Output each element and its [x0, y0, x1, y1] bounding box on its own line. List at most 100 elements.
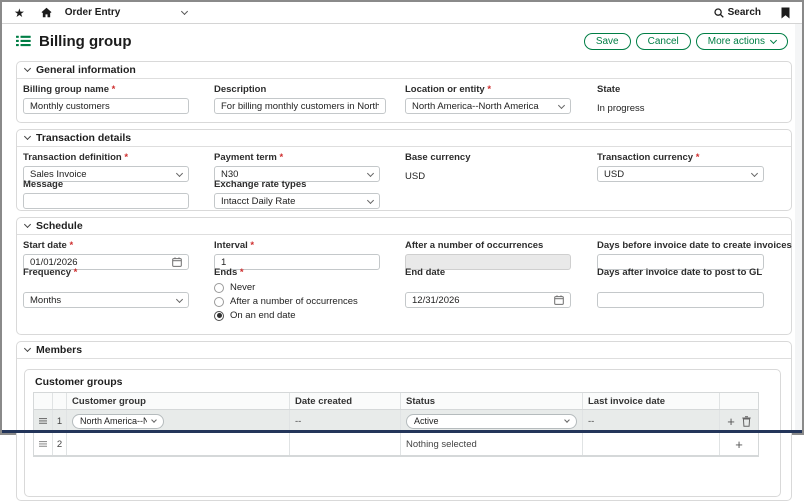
status-column-header: Status: [401, 393, 583, 409]
ends-option-end-date-label: On an end date: [230, 310, 296, 321]
field-start-date: Start date 01/01/2026: [23, 240, 189, 270]
description-value: For billing monthly customers in North A…: [221, 101, 379, 112]
field-transaction-definition: Transaction definition Sales Invoice: [23, 152, 189, 182]
message-input[interactable]: [23, 193, 189, 209]
transaction-currency-select[interactable]: USD: [597, 166, 764, 182]
end-date-label: End date: [405, 267, 571, 278]
calendar-icon[interactable]: [554, 295, 564, 305]
section-transaction-details: Transaction details Transaction definiti…: [16, 129, 792, 211]
field-location-or-entity: Location or entity North America--North …: [405, 84, 571, 114]
status-select[interactable]: Active: [406, 414, 577, 429]
radio-icon: [214, 283, 224, 293]
field-frequency: Frequency Months: [23, 267, 189, 308]
top-bar: ★ Order Entry Search: [2, 2, 802, 24]
ends-option-occurrences[interactable]: After a number of occurrences: [214, 295, 404, 308]
state-value: In progress: [597, 103, 764, 114]
row-number-column-header: [53, 393, 67, 409]
transaction-definition-label: Transaction definition: [23, 152, 189, 163]
chevron-down-icon: [176, 169, 183, 176]
billing-group-name-value: Monthly customers: [30, 101, 110, 112]
exchange-rate-types-select[interactable]: Intacct Daily Rate: [214, 193, 380, 209]
section-transaction-title: Transaction details: [36, 132, 131, 144]
customer-group-select[interactable]: North America--North .: [72, 414, 164, 429]
section-general-information: General information Billing group name M…: [16, 61, 792, 123]
field-base-currency: Base currency USD: [405, 152, 571, 182]
state-label: State: [597, 84, 764, 95]
field-days-after: Days after invoice date to post to GL: [597, 267, 764, 308]
collapse-chevron-icon: [24, 345, 31, 352]
vertical-scrollbar[interactable]: [795, 24, 802, 430]
save-button-label: Save: [596, 36, 619, 47]
bookmark-icon[interactable]: [781, 7, 790, 19]
more-actions-button[interactable]: More actions: [696, 33, 788, 50]
save-button[interactable]: Save: [584, 33, 631, 50]
row-actions: +: [720, 410, 758, 432]
module-picker[interactable]: Order Entry: [65, 7, 187, 18]
list-view-icon[interactable]: [16, 35, 31, 47]
field-days-before: Days before invoice date to create invoi…: [597, 240, 764, 270]
cancel-button[interactable]: Cancel: [636, 33, 691, 50]
drag-handle-icon[interactable]: [34, 433, 53, 455]
field-message: Message: [23, 179, 189, 209]
page-title: Billing group: [39, 33, 131, 50]
search-button[interactable]: Search: [714, 7, 761, 18]
section-schedule-header[interactable]: Schedule: [17, 218, 791, 235]
frequency-value: Months: [30, 295, 61, 306]
customer-group-cell: North America--North .: [67, 410, 290, 432]
description-label: Description: [214, 84, 386, 95]
status-value: Nothing selected: [401, 433, 583, 455]
frequency-select[interactable]: Months: [23, 292, 189, 308]
billing-group-name-input[interactable]: Monthly customers: [23, 98, 189, 114]
billing-group-name-label: Billing group name: [23, 84, 189, 95]
table-row: 2 Nothing selected +: [34, 433, 758, 456]
add-row-icon[interactable]: +: [727, 415, 735, 428]
calendar-icon[interactable]: [172, 257, 182, 267]
customer-groups-title: Customer groups: [35, 376, 123, 388]
ends-option-never[interactable]: Never: [214, 281, 404, 294]
section-general-header[interactable]: General information: [17, 62, 791, 79]
page-header: Billing group Save Cancel More actions: [2, 25, 802, 57]
payment-term-label: Payment term: [214, 152, 380, 163]
trash-icon[interactable]: [742, 416, 751, 427]
date-created-value: --: [290, 410, 401, 432]
drag-column-header: [34, 393, 53, 409]
ends-option-end-date[interactable]: On an end date: [214, 309, 404, 322]
days-before-label: Days before invoice date to create invoi…: [597, 240, 764, 251]
search-icon: [714, 8, 724, 18]
add-row-icon[interactable]: +: [735, 438, 743, 451]
cancel-button-label: Cancel: [648, 36, 679, 47]
ends-option-occurrences-label: After a number of occurrences: [230, 296, 358, 307]
table-header-row: Customer group Date created Status Last …: [34, 393, 758, 410]
top-bar-right: Search: [714, 7, 790, 19]
actions-column-header: [720, 393, 758, 409]
section-schedule-title: Schedule: [36, 220, 83, 232]
description-input[interactable]: For billing monthly customers in North A…: [214, 98, 386, 114]
end-date-input[interactable]: 12/31/2026: [405, 292, 571, 308]
section-members-header[interactable]: Members: [17, 342, 791, 359]
favorites-star-icon[interactable]: ★: [14, 7, 25, 19]
date-created-column-header: Date created: [290, 393, 401, 409]
frequency-label: Frequency: [23, 267, 189, 278]
interval-label: Interval: [214, 240, 380, 251]
occurrences-label: After a number of occurrences: [405, 240, 571, 251]
last-invoice-date-value: --: [583, 410, 720, 432]
chevron-down-icon: [367, 196, 374, 203]
field-state: State In progress: [597, 84, 764, 114]
location-select[interactable]: North America--North America: [405, 98, 571, 114]
chevron-down-icon: [770, 36, 777, 43]
field-exchange-rate-types: Exchange rate types Intacct Daily Rate: [214, 179, 380, 209]
home-icon[interactable]: [41, 7, 52, 18]
base-currency-label: Base currency: [405, 152, 571, 163]
section-transaction-header[interactable]: Transaction details: [17, 130, 791, 147]
section-schedule: Schedule Start date 01/01/2026 Interval …: [16, 217, 792, 335]
field-ends: Ends Never After a number of occurrences…: [214, 267, 404, 323]
module-picker-label: Order Entry: [65, 7, 121, 18]
chevron-down-icon: [558, 101, 565, 108]
chevron-down-icon: [151, 417, 157, 423]
transaction-currency-label: Transaction currency: [597, 152, 764, 163]
drag-handle-icon[interactable]: [34, 410, 53, 432]
field-end-date: End date 12/31/2026: [405, 267, 571, 308]
customer-group-value: North America--North .: [80, 416, 147, 426]
end-date-value: 12/31/2026: [412, 295, 460, 306]
days-after-input[interactable]: [597, 292, 764, 308]
